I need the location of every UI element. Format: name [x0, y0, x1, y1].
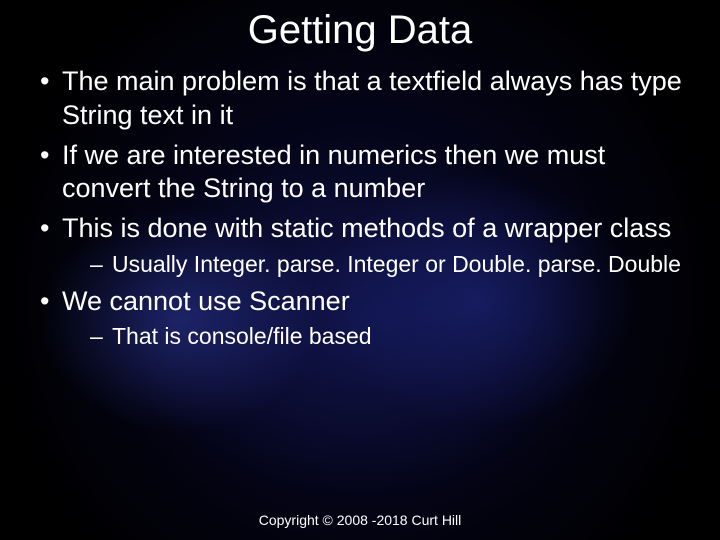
sub-bullet-list: Usually Integer. parse. Integer or Doubl… — [62, 250, 686, 279]
bullet-text: This is done with static methods of a wr… — [62, 213, 671, 243]
slide: Getting Data The main problem is that a … — [0, 0, 720, 540]
slide-title: Getting Data — [34, 8, 686, 53]
list-item: Usually Integer. parse. Integer or Doubl… — [90, 250, 686, 279]
list-item: The main problem is that a textfield alw… — [34, 65, 686, 133]
list-item: We cannot use Scanner That is console/fi… — [34, 285, 686, 352]
sub-bullet-list: That is console/file based — [62, 322, 686, 351]
sub-bullet-text: Usually Integer. parse. Integer or Doubl… — [112, 251, 681, 277]
bullet-text: The main problem is that a textfield alw… — [62, 66, 682, 130]
list-item: That is console/file based — [90, 322, 686, 351]
list-item: This is done with static methods of a wr… — [34, 212, 686, 279]
copyright-footer: Copyright © 2008 -2018 Curt Hill — [34, 512, 686, 540]
list-item: If we are interested in numerics then we… — [34, 139, 686, 207]
bullet-text: If we are interested in numerics then we… — [62, 140, 605, 204]
bullet-list: The main problem is that a textfield alw… — [34, 65, 686, 357]
sub-bullet-text: That is console/file based — [112, 323, 372, 349]
bullet-text: We cannot use Scanner — [62, 286, 350, 316]
